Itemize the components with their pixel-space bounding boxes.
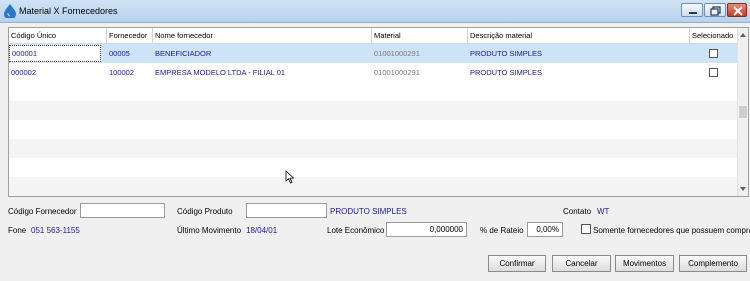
empty-row [9, 158, 739, 177]
movimentos-button[interactable]: Movimentos [615, 255, 674, 272]
empty-row [9, 101, 739, 120]
codigo-produto-label: Código Produto [177, 207, 233, 216]
cell-codigo[interactable]: 000001 [9, 45, 101, 62]
column-header-selecionado[interactable]: Selecionado [690, 28, 739, 43]
ultimo-movimento-label: Último Movimento [177, 226, 242, 235]
scroll-up-icon[interactable] [738, 30, 748, 40]
restore-button[interactable] [704, 3, 726, 17]
close-button[interactable] [727, 3, 747, 17]
close-icon [733, 6, 743, 16]
codigo-fornecedor-label: Código Fornecedor [8, 207, 77, 216]
fone-value: 051 563-1155 [31, 226, 80, 235]
somente-fornecedores-label: Somente fornecedores que possuem compra [593, 226, 750, 235]
empty-row [9, 82, 739, 101]
rateio-label: % de Rateio [480, 226, 524, 235]
cell-material[interactable]: 01001000291 [372, 63, 468, 82]
somente-fornecedores-checkbox[interactable] [581, 224, 591, 234]
complemento-button[interactable]: Complemento [679, 255, 747, 272]
confirmar-button[interactable]: Confirmar [488, 255, 546, 272]
selecionado-checkbox[interactable] [709, 49, 718, 58]
cell-material[interactable]: 01001000291 [372, 44, 468, 63]
title-bar: Material X Fornecedores [0, 0, 750, 23]
mouse-cursor-icon [285, 170, 295, 184]
selecionado-checkbox[interactable] [709, 68, 718, 77]
column-header-material[interactable]: Material [372, 28, 468, 43]
vertical-scrollbar[interactable] [737, 28, 748, 196]
contato-label: Contato [563, 207, 592, 216]
cancelar-button[interactable]: Cancelar [552, 255, 611, 272]
cell-nome[interactable]: EMPRESA MODELO LTDA - FILIAL 01 [153, 63, 372, 82]
cell-fornecedor[interactable]: 100002 [107, 63, 153, 82]
codigo-produto-input[interactable] [246, 203, 327, 218]
column-header-descricao[interactable]: Descrição material [468, 28, 690, 43]
empty-row [9, 120, 739, 139]
suppliers-grid[interactable]: Código Único Fornecedor Nome fornecedor … [8, 27, 749, 197]
produto-descricao: PRODUTO SIMPLES [330, 207, 407, 216]
fone-label: Fone [8, 226, 27, 235]
scroll-down-icon[interactable] [738, 184, 748, 194]
empty-row [9, 177, 739, 196]
rateio-input[interactable]: 0,00% [527, 222, 563, 237]
empty-row [9, 139, 739, 158]
window-title: Material X Fornecedores [19, 6, 118, 16]
column-header-fornecedor[interactable]: Fornecedor [107, 28, 153, 43]
lote-economico-label: Lote Econômico [327, 226, 385, 235]
column-header-nome[interactable]: Nome fornecedor [153, 28, 372, 43]
cell-descricao[interactable]: PRODUTO SIMPLES [468, 63, 690, 82]
lote-economico-input[interactable]: 0,000000 [386, 222, 467, 237]
grid-header: Código Único Fornecedor Nome fornecedor … [9, 28, 739, 44]
cell-codigo[interactable]: 000002 [9, 63, 107, 82]
ultimo-movimento-value: 18/04/01 [246, 226, 278, 235]
contato-value: WT [597, 207, 610, 216]
scrollbar-thumb[interactable] [739, 106, 747, 118]
codigo-fornecedor-input[interactable] [80, 203, 165, 218]
app-icon [4, 4, 16, 18]
cell-fornecedor[interactable]: 00005 [107, 44, 153, 63]
table-row[interactable]: 000002 100002 EMPRESA MODELO LTDA - FILI… [9, 63, 739, 82]
table-row[interactable]: 000001 00005 BENEFICIADOR 01001000291 PR… [9, 44, 739, 63]
minimize-button[interactable] [681, 3, 703, 17]
column-header-codigo[interactable]: Código Único [9, 28, 107, 43]
minimize-icon [689, 12, 697, 14]
cell-nome[interactable]: BENEFICIADOR [153, 44, 372, 63]
restore-icon [710, 6, 721, 16]
cell-descricao[interactable]: PRODUTO SIMPLES [468, 44, 690, 63]
